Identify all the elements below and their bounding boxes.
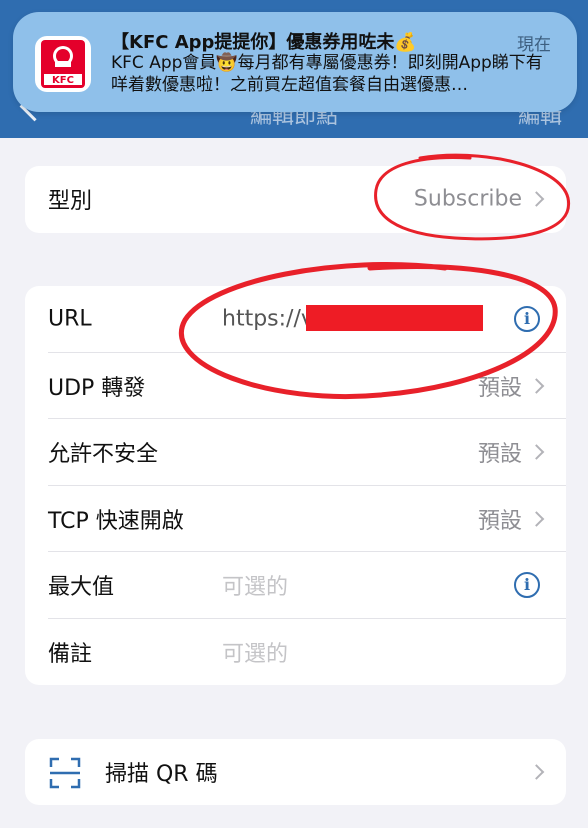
max-label: 最大值 [48,575,115,601]
url-row[interactable]: URL https://v i [25,286,566,353]
udp-value: 預設 [477,375,522,401]
insecure-value: 預設 [477,442,522,468]
scan-group: 掃描 QR 碼 [25,739,566,805]
info-icon[interactable]: i [514,306,540,333]
tcp-row[interactable]: TCP 快速開啟 預設 [25,486,566,552]
chevron-right-icon [528,764,545,780]
insecure-label: 允許不安全 [48,442,159,468]
scan-qr-row[interactable]: 掃描 QR 碼 [25,739,566,805]
notification-time: 現在 [517,35,551,55]
qr-scan-icon [49,757,81,789]
notification-title: 【KFC App提提你】優惠券用咗未💰 [111,32,417,53]
remark-row[interactable]: 備註 可選的 [25,619,566,686]
chevron-right-icon [528,377,545,394]
kfc-logo-icon: KFC [35,36,91,92]
type-value: Subscribe [413,186,522,212]
chevron-right-icon [528,444,545,461]
info-icon[interactable]: i [514,572,540,599]
max-row[interactable]: 最大值 可選的 i [25,552,566,619]
type-label: 型別 [48,189,93,215]
svg-text:KFC: KFC [52,75,74,86]
chevron-right-icon [528,510,545,527]
tcp-label: TCP 快速開啟 [48,508,184,534]
tcp-value: 預設 [477,508,522,534]
udp-row[interactable]: UDP 轉發 預設 [25,353,566,419]
udp-label: UDP 轉發 [48,375,146,401]
type-row[interactable]: 型別 Subscribe [25,166,566,233]
url-value[interactable]: https://v [222,307,314,332]
notification-body: KFC App會員🤠每月都有專屬優惠券！即刻開App睇下有咩着數優惠啦！之前買左… [111,53,543,95]
chevron-right-icon [528,191,545,208]
insecure-row[interactable]: 允許不安全 預設 [25,419,566,486]
settings-group: URL https://v i UDP 轉發 預設 允許不安全 預設 TCP 快… [25,286,566,685]
push-notification[interactable]: KFC 【KFC App提提你】優惠券用咗未💰 KFC App會員🤠每月都有專屬… [13,12,577,112]
remark-input[interactable]: 可選的 [222,636,288,668]
scan-qr-label: 掃描 QR 碼 [105,762,218,787]
redaction-bar [306,305,483,331]
type-group: 型別 Subscribe [25,166,566,233]
url-label: URL [48,306,92,332]
max-input[interactable]: 可選的 [222,569,288,601]
remark-label: 備註 [48,641,93,667]
